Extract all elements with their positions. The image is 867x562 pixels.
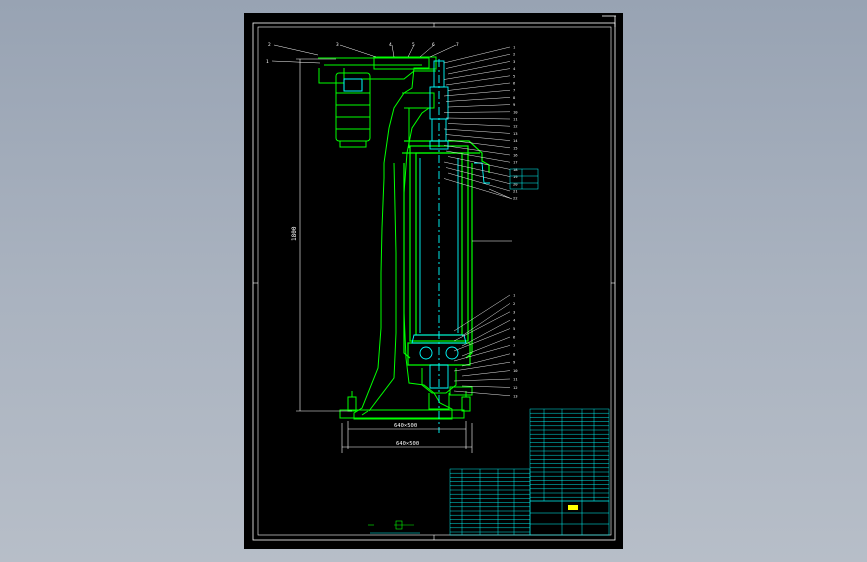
- leader-line: [447, 61, 511, 75]
- height-dimension: [296, 58, 352, 412]
- leader-line: [445, 167, 511, 185]
- balloon-label: 12: [513, 385, 518, 390]
- technical-notes: [368, 520, 414, 530]
- balloon-label: 1: [513, 293, 516, 298]
- balloon-label: 7: [513, 343, 515, 348]
- parts-list-table-lower: [449, 468, 531, 536]
- balloon-label: 7: [456, 42, 459, 48]
- balloon-label: 4: [513, 66, 516, 71]
- balloon-label: 5: [513, 326, 515, 331]
- balloon-label: 5: [412, 42, 415, 48]
- balloon-label: 3: [336, 42, 339, 48]
- right-balloons-lower: 12345678910111213: [513, 293, 518, 399]
- top-leaders: [271, 44, 457, 64]
- leader-line: [447, 104, 511, 108]
- drawing-sheet[interactable]: 1800 640×500 640×500 2 3 4 5 6 7 1 1 2 3…: [244, 13, 623, 549]
- balloon-label: 11: [513, 377, 518, 382]
- leader-line: [461, 336, 511, 357]
- balloon-label: 19: [513, 174, 518, 179]
- balloon-label: 4: [389, 42, 392, 48]
- balloon-label: 7: [513, 88, 515, 93]
- balloon-label: 13: [513, 393, 518, 398]
- motor: [335, 72, 371, 148]
- balloon-label: 4: [513, 318, 516, 323]
- balloon-label: 8: [513, 95, 516, 100]
- leader-line: [447, 123, 511, 127]
- balloon-label: 16: [513, 153, 518, 158]
- leader-line: [443, 128, 511, 134]
- balloon-label: 22: [513, 196, 518, 201]
- balloon-label: 6: [432, 42, 435, 48]
- balloon-label: 14: [513, 138, 518, 143]
- right-leaders-upper: [443, 46, 511, 199]
- belt-housing: [362, 56, 437, 148]
- balloon-label: 3: [513, 309, 515, 314]
- balloon-label: 15: [513, 145, 518, 150]
- leader-line: [453, 378, 511, 382]
- balloon-label: 1: [266, 59, 269, 65]
- dimension-base-inner: 640×500: [394, 423, 417, 429]
- leader-line: [445, 53, 511, 69]
- leader-line: [447, 139, 511, 149]
- title-block: [529, 500, 610, 536]
- balloon-label: 2: [268, 42, 271, 48]
- dimension-height-label: 1800: [291, 226, 298, 241]
- balloon-label: 6: [513, 335, 516, 340]
- leader-line: [445, 134, 511, 141]
- leader-line: [445, 117, 511, 120]
- bottom-inlet: [421, 368, 473, 410]
- balloon-label: 17: [513, 160, 518, 165]
- balloon-label: 9: [513, 102, 516, 107]
- leader-line: [447, 82, 511, 91]
- balloon-label: 1: [513, 45, 516, 50]
- balloon-label: 8: [513, 351, 516, 356]
- centrifuge-assembly-drawing: 1800 640×500 640×500 2 3 4 5 6 7 1 12345…: [252, 15, 616, 541]
- top-balloons: 2 3 4 5 6 7 1: [266, 42, 459, 65]
- leader-line: [443, 68, 511, 80]
- balloon-label: 2: [513, 52, 515, 57]
- rotor-shaft: [411, 59, 490, 433]
- leader-line: [447, 156, 511, 170]
- rotor-housing: [402, 140, 490, 366]
- balloon-label: 5: [513, 73, 515, 78]
- parts-list-table: [529, 408, 610, 502]
- balloon-label: 18: [513, 167, 518, 172]
- foot-bolts: [347, 391, 471, 412]
- corner-marks: [602, 15, 616, 27]
- leader-line: [461, 370, 511, 377]
- leader-line: [453, 361, 511, 372]
- leader-line: [443, 46, 511, 64]
- balloon-label: 9: [513, 360, 516, 365]
- balloon-label: 11: [513, 117, 518, 122]
- right-balloons-upper: 12345678910111213141516171819202122: [513, 45, 518, 201]
- leader-line: [443, 111, 511, 113]
- balloon-label: 13: [513, 131, 518, 136]
- balloon-label: 10: [513, 109, 518, 114]
- cad-viewport[interactable]: 1800 640×500 640×500 2 3 4 5 6 7 1 1 2 3…: [0, 0, 867, 562]
- balloon-label: 2: [513, 301, 515, 306]
- leader-line: [445, 75, 511, 86]
- leader-line: [443, 89, 511, 97]
- leader-line: [461, 303, 511, 337]
- dimension-base-outer: 640×500: [396, 441, 419, 447]
- balloon-label: 20: [513, 181, 518, 186]
- balloon-label: 3: [513, 59, 515, 64]
- balloon-label: 6: [513, 81, 516, 86]
- balloon-label: 12: [513, 124, 518, 129]
- leader-line: [445, 97, 511, 102]
- balloon-label: 10: [513, 368, 518, 373]
